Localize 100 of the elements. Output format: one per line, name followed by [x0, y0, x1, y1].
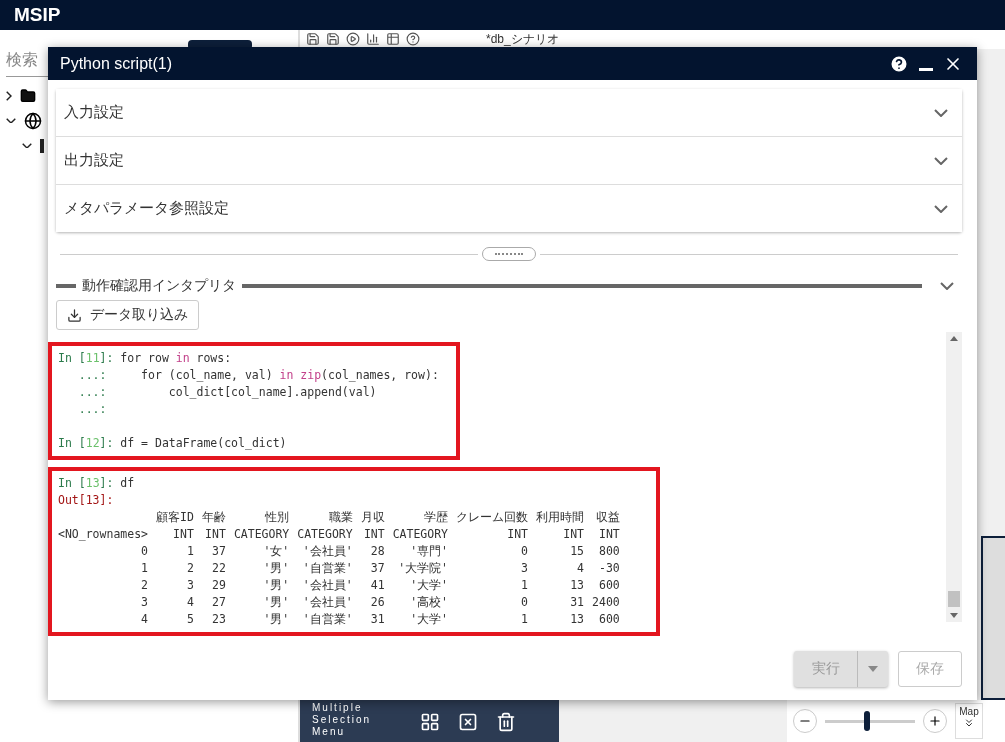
code-line: ...: for (col_name, val) in zip(col_names, row): [77, 367, 440, 384]
plus-icon [928, 714, 942, 728]
column-header: 利用時間 [536, 509, 585, 526]
accordion-header[interactable]: メタパラメータ参照設定 [56, 184, 962, 232]
row-index: 2 [140, 577, 148, 594]
table-cell-text: '男' [262, 611, 290, 628]
table-cell-text: 31 [569, 594, 585, 611]
column-type: CATEGORY [233, 526, 290, 543]
chevron-down-icon [934, 204, 948, 213]
table-cell-text: '会社員' [301, 543, 353, 560]
table-cell-text: 600 [597, 611, 620, 628]
table-cell-text: 15 [569, 543, 585, 560]
scroll-thumb[interactable] [948, 591, 960, 607]
save-icon[interactable] [306, 32, 320, 46]
zoom-out-button[interactable] [793, 709, 817, 733]
column-type: CATEGORY [297, 526, 353, 543]
grid-icon[interactable] [420, 712, 440, 732]
editor-tab[interactable]: *db_シナリオ [486, 32, 559, 46]
trash-icon[interactable] [496, 712, 516, 732]
minimap[interactable] [981, 536, 1005, 700]
table-cell-text: 4 [576, 560, 585, 577]
table-icon[interactable] [386, 32, 400, 46]
chart-icon[interactable] [366, 32, 380, 46]
column-header: 月収 [360, 509, 385, 526]
chevron-down-icon [940, 282, 954, 290]
deselect-icon[interactable] [458, 712, 478, 732]
table-cell-text: 2 [185, 560, 194, 577]
table-cell-text: '大学院' [397, 560, 449, 577]
code-line: In [12]: df = DataFrame(col_dict) [58, 435, 288, 452]
column-type: INT [562, 526, 585, 543]
table-cell-text: -30 [597, 560, 620, 577]
table-cell-text: 1 [520, 611, 529, 628]
scroll-up-icon[interactable] [950, 336, 958, 341]
zoom-in-button[interactable] [923, 709, 947, 733]
play-icon[interactable] [346, 32, 360, 46]
table-cell-text: 28 [369, 543, 385, 560]
row-index: 0 [140, 543, 148, 560]
accordion-header[interactable]: 出力設定 [56, 136, 962, 184]
accordion-header[interactable]: 入力設定 [56, 89, 962, 136]
table-cell-text: 13 [569, 611, 585, 628]
caret-icon [868, 666, 878, 672]
folder-icon [19, 87, 36, 104]
resize-handle[interactable] [482, 247, 536, 261]
table-cell-text: 4 [185, 594, 194, 611]
table-cell-text: 800 [597, 543, 620, 560]
section-title: 動作確認用インタプリタ [82, 277, 236, 295]
search-label: 検索 [6, 50, 38, 70]
table-cell-text: '男' [262, 577, 290, 594]
table-cell-text: '高校' [409, 594, 449, 611]
table-cell: 2400 [592, 594, 620, 611]
table-cell-text: 31 [369, 611, 385, 628]
save-icon[interactable] [326, 32, 340, 46]
column-header: クレーム回数 [456, 509, 529, 526]
table-cell-text: 0 [520, 543, 529, 560]
row-index: 3 [140, 594, 148, 611]
chevron-down-icon [934, 108, 948, 117]
table-cell-text: 27 [211, 594, 226, 611]
table-cell-text: 37 [369, 560, 385, 577]
row-index: 1 [140, 560, 148, 577]
table-cell-text: 1 [185, 543, 194, 560]
code-line: In [11]: for row in rows: [58, 350, 233, 367]
minimize-icon [919, 68, 933, 71]
map-button[interactable]: Map [955, 703, 983, 739]
column-type: CATEGORY [392, 526, 449, 543]
import-button[interactable]: データ取り込み [56, 300, 199, 330]
code-line: ...: col_dict[col_name].append(val) [77, 384, 378, 401]
selection-menu-label: Multiple Selection Menu [312, 702, 373, 738]
download-icon [67, 307, 82, 323]
table-cell-text: 29 [211, 577, 226, 594]
table-cell-text: '大学' [409, 577, 449, 594]
table-cell-text: '会社員' [301, 594, 353, 611]
dialog-title: Python script(1) [60, 54, 174, 73]
column-header: 顧客ID [156, 509, 194, 526]
help-button[interactable] [889, 53, 909, 74]
table-cell-text: 1 [520, 577, 529, 594]
column-header: 職業 [327, 509, 353, 526]
row-index: 4 [140, 611, 148, 628]
table-cell-text: 3 [185, 577, 194, 594]
table-cell-text: '男' [262, 594, 290, 611]
table-cell-text: '自営業' [301, 560, 353, 577]
code-line: In [13]: df [58, 475, 136, 492]
table-cell-text: 13 [569, 577, 585, 594]
column-header: 性別 [264, 509, 290, 526]
code-line: Out[13]: [58, 492, 115, 509]
scrollbar[interactable] [946, 332, 962, 622]
table-cell-text: 22 [211, 560, 226, 577]
double-chevron-icon [963, 717, 975, 729]
column-type: INT [597, 526, 620, 543]
code-line: ...: [77, 401, 108, 418]
table-cell-text: 0 [520, 594, 529, 611]
table-cell-text: '専門' [409, 543, 449, 560]
column-type: INT [172, 526, 194, 543]
table-cell-text: '女' [262, 543, 290, 560]
scroll-down-icon[interactable] [950, 613, 958, 618]
table-cell-text: '自営業' [301, 611, 353, 628]
column-type: INT [204, 526, 226, 543]
help-icon[interactable] [406, 32, 420, 46]
table-cell-text: '男' [262, 560, 290, 577]
table-cell-text: '大学' [409, 611, 449, 628]
slider-thumb[interactable] [864, 711, 871, 731]
